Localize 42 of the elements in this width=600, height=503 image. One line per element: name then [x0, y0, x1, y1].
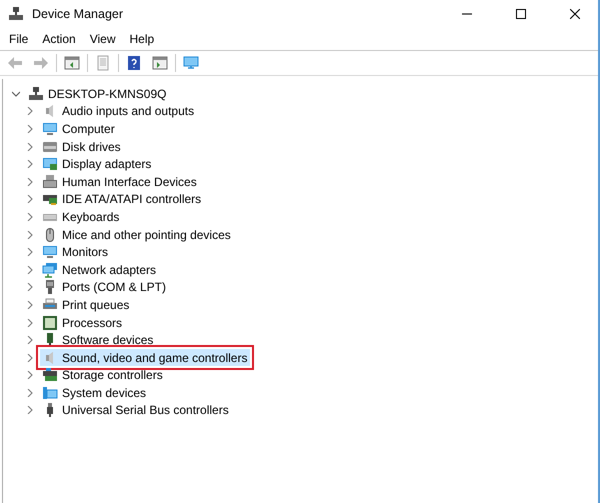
monitor-icon — [42, 244, 58, 260]
tree-item[interactable]: Display adapters — [40, 156, 154, 173]
tree-item[interactable]: Software devices — [40, 332, 156, 349]
tree-item[interactable]: Audio inputs and outputs — [40, 102, 198, 120]
network-icon — [42, 262, 58, 278]
tree-item[interactable]: Sound, video and game controllers — [40, 349, 250, 366]
tree-item[interactable]: Ports (COM & LPT) — [40, 278, 170, 296]
tree-item[interactable]: IDE ATA/ATAPI controllers — [40, 190, 204, 208]
tree-item[interactable]: Disk drives — [40, 138, 124, 156]
tree-item[interactable]: System devices — [40, 384, 150, 402]
help-icon — [126, 55, 142, 71]
left-arrow-icon — [7, 55, 23, 71]
tree-item[interactable]: Processors — [40, 314, 126, 332]
menu-item[interactable]: Action — [35, 30, 83, 48]
tree-item[interactable]: Print queues — [40, 296, 132, 314]
menu-item[interactable]: Help — [122, 30, 162, 48]
tree-item[interactable]: Human Interface Devices — [40, 173, 200, 190]
tree-item[interactable]: Network adapters — [40, 261, 160, 278]
display-icon — [42, 156, 58, 172]
document-icon — [95, 55, 111, 71]
tree-item[interactable]: DESKTOP-KMNS09Q — [26, 85, 170, 102]
window-title: Device Manager — [32, 7, 124, 21]
computer-network-icon — [8, 7, 24, 21]
close-icon — [570, 9, 580, 19]
storage-icon — [42, 367, 58, 384]
tree-item[interactable]: Mice and other pointing devices — [40, 226, 234, 244]
chip-icon — [42, 314, 58, 331]
computer-network-icon — [28, 86, 44, 101]
tree-item[interactable]: Keyboards — [40, 208, 122, 226]
system-icon — [42, 384, 58, 401]
menu-item[interactable]: View — [82, 30, 122, 48]
tree-item[interactable]: Computer — [40, 120, 118, 138]
window-pane-icon — [152, 55, 168, 71]
maximize-icon — [516, 9, 526, 19]
menu-item[interactable]: File — [2, 30, 36, 48]
tree-item[interactable]: Universal Serial Bus controllers — [40, 402, 232, 419]
tree-item[interactable]: Storage controllers — [40, 366, 166, 384]
tree-item[interactable]: Monitors — [40, 244, 112, 261]
monitor-icon — [183, 55, 199, 71]
window-pane-icon — [64, 55, 80, 71]
monitor-icon — [42, 120, 58, 137]
right-arrow-icon — [33, 55, 49, 71]
